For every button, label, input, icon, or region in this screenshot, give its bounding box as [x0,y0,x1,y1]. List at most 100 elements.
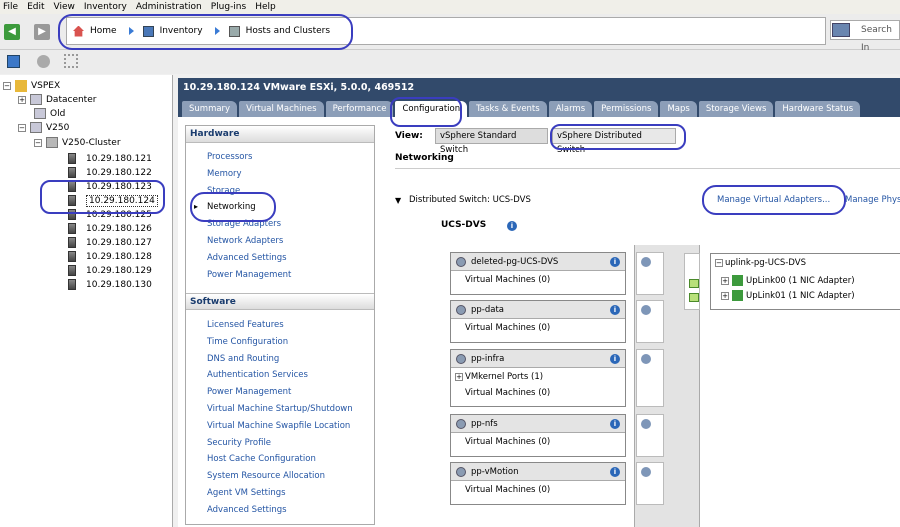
tree-host-row[interactable]: 10.29.180.121 [68,152,152,165]
tab-hardware-status[interactable]: Hardware Status [775,101,861,117]
menu-plug-ins[interactable]: Plug-ins [211,0,247,14]
hardware-item-memory[interactable]: Memory [207,169,242,179]
tree-item-v250[interactable]: V250 [46,123,69,133]
menu-edit[interactable]: Edit [27,0,44,14]
tree-host-row[interactable]: 10.29.180.122 [68,166,152,179]
info-icon[interactable]: i [610,256,620,267]
software-item-virtual-machine-startup-shutdown[interactable]: Virtual Machine Startup/Shutdown [207,404,353,414]
software-item-authentication-services[interactable]: Authentication Services [207,370,308,380]
add-host-icon[interactable] [37,55,50,68]
back-button[interactable]: ◀ [4,24,20,40]
menu-help[interactable]: Help [255,0,276,14]
portgroup-header: pp-data i [451,301,625,319]
tree-item-host[interactable]: 10.29.180.126 [86,224,152,234]
tab-permissions[interactable]: Permissions [594,101,659,117]
portgroup-name[interactable]: pp-nfs [471,419,498,429]
tree-item-old[interactable]: Old [50,109,65,119]
info-icon[interactable]: i [610,418,620,429]
collapse-icon[interactable]: − [34,138,42,147]
search-scope-icon[interactable] [832,23,850,37]
software-item-advanced-settings[interactable]: Advanced Settings [207,505,287,515]
software-item-virtual-machine-swapfile-location[interactable]: Virtual Machine Swapfile Location [207,421,350,431]
tree-host-row[interactable]: 10.29.180.127 [68,236,152,249]
tree-item-vspex[interactable]: VSPEX [31,81,60,91]
tree-host-row[interactable]: 10.29.180.126 [68,222,152,235]
host-header: 10.29.180.124 VMware ESXi, 5.0.0, 469512 [178,78,900,100]
collapse-icon[interactable]: − [3,81,11,90]
new-cluster-icon[interactable] [64,54,78,68]
portgroup-icon [456,256,466,267]
info-icon[interactable]: i [610,304,620,315]
hardware-item-advanced-settings[interactable]: Advanced Settings [207,253,287,263]
port-connector [636,252,664,295]
menu-bar: File Edit View Inventory Administration Plug-… [0,0,900,14]
annotation-oval [390,97,462,127]
portgroup-name[interactable]: deleted-pg-UCS-DVS [471,257,558,267]
software-item-dns-and-routing[interactable]: DNS and Routing [207,354,279,364]
portgroup-row: Virtual Machines (0) [451,384,625,400]
software-item-agent-vm-settings[interactable]: Agent VM Settings [207,488,286,498]
tree-host-row[interactable]: 10.29.180.130 [68,278,152,291]
expand-icon[interactable]: + [721,276,729,285]
forward-button[interactable]: ▶ [34,24,50,40]
portgroup-header: pp-nfs i [451,415,625,433]
tab-performance[interactable]: Performance [325,101,394,117]
uplink-item[interactable]: UpLink00 (1 NIC Adapter) [746,276,855,286]
software-item-system-resource-allocation[interactable]: System Resource Allocation [207,471,325,481]
port-settings-icon[interactable] [641,354,651,364]
tree-item-host[interactable]: 10.29.180.130 [86,280,152,290]
host-icon [68,167,76,178]
hardware-item-processors[interactable]: Processors [207,152,252,162]
hardware-item-power-management[interactable]: Power Management [207,270,291,280]
collapse-icon[interactable]: − [715,259,723,267]
tab-summary[interactable]: Summary [182,101,238,117]
collapse-triangle-icon[interactable]: ▼ [395,196,401,205]
networking-title: Networking [395,153,454,163]
tab-alarms[interactable]: Alarms [548,101,593,117]
host-icon [68,237,76,248]
tree-host-row[interactable]: 10.29.180.128 [68,250,152,263]
menu-view[interactable]: View [54,0,75,14]
menu-inventory[interactable]: Inventory [84,0,127,14]
software-item-licensed-features[interactable]: Licensed Features [207,320,284,330]
tree-item-host[interactable]: 10.29.180.121 [86,154,152,164]
software-item-time-configuration[interactable]: Time Configuration [207,337,288,347]
tab-virtual-machines[interactable]: Virtual Machines [239,101,324,117]
info-icon[interactable]: i [610,466,620,477]
tree-item-host[interactable]: 10.29.180.122 [86,168,152,178]
software-item-security-profile[interactable]: Security Profile [207,438,271,448]
portgroup-name[interactable]: pp-infra [471,354,504,364]
standard-switch-button[interactable]: vSphere Standard Switch [435,128,548,155]
tree-item-host[interactable]: 10.29.180.129 [86,266,152,276]
expand-icon[interactable]: + [721,291,729,300]
tree-item-host[interactable]: 10.29.180.128 [86,252,152,262]
portgroup-name[interactable]: pp-vMotion [471,467,518,477]
menu-file[interactable]: File [3,0,18,14]
port-settings-icon[interactable] [641,305,651,315]
tab-maps[interactable]: Maps [660,101,697,117]
software-item-power-management[interactable]: Power Management [207,387,291,397]
tree-host-row[interactable]: 10.29.180.129 [68,264,152,277]
tree-item-cluster[interactable]: V250-Cluster [62,138,121,148]
port-settings-icon[interactable] [641,419,651,429]
software-item-host-cache-configuration[interactable]: Host Cache Configuration [207,454,316,464]
divider [395,168,900,169]
expand-icon[interactable]: + [18,95,26,104]
port-settings-icon[interactable] [641,257,651,267]
tab-tasks-events[interactable]: Tasks & Events [469,101,547,117]
menu-administration[interactable]: Administration [136,0,202,14]
expand-icon[interactable]: + [455,373,463,381]
port-settings-icon[interactable] [641,467,651,477]
tree-item-host[interactable]: 10.29.180.127 [86,238,152,248]
hardware-item-network-adapters[interactable]: Network Adapters [207,236,283,246]
collapse-icon[interactable]: − [18,123,26,132]
portgroup-row-label: Virtual Machines (0) [465,388,551,398]
manage-physical-adapters-link[interactable]: Manage Phys [845,195,900,205]
tab-storage-views[interactable]: Storage Views [698,101,774,117]
uplink-item[interactable]: UpLink01 (1 NIC Adapter) [746,291,855,301]
portgroup-name[interactable]: pp-data [471,305,504,315]
tree-item-datacenter[interactable]: Datacenter [46,95,96,105]
info-icon[interactable]: i [507,221,517,231]
new-datacenter-icon[interactable] [7,55,20,68]
info-icon[interactable]: i [610,353,620,364]
